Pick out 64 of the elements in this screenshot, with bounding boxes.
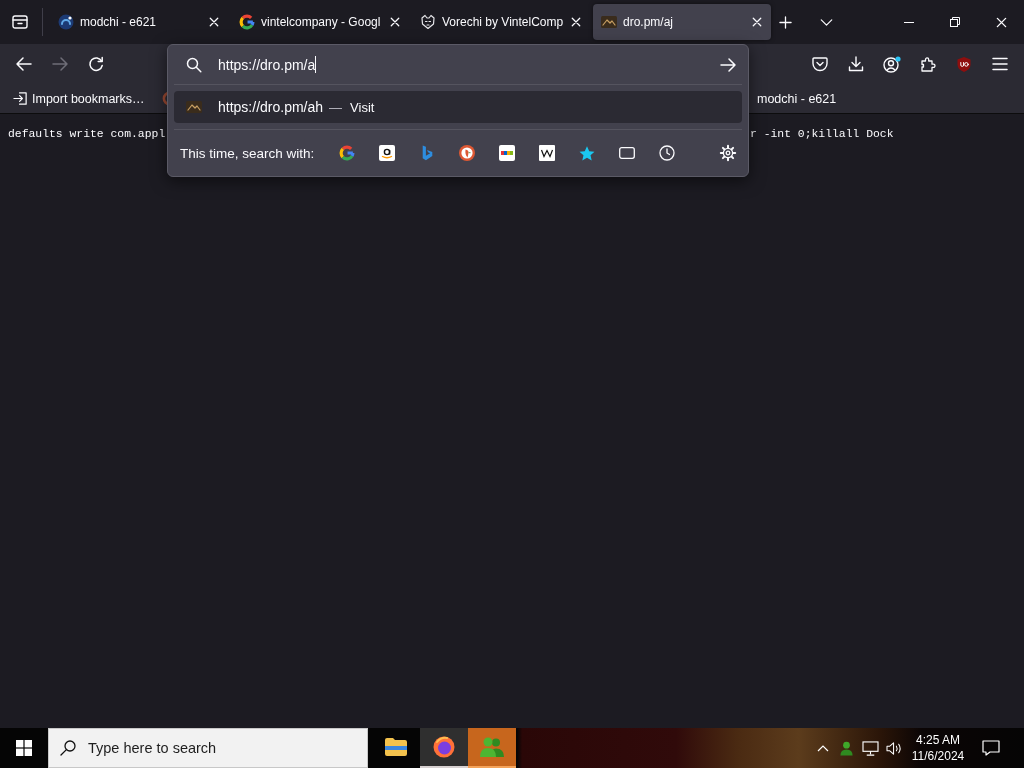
windows-logo-icon[interactable] xyxy=(16,740,32,756)
thumbnail-icon xyxy=(601,16,617,28)
tab[interactable]: Vorechi by VintelComp xyxy=(412,4,590,40)
puzzle-icon[interactable] xyxy=(920,56,936,72)
minimize-icon[interactable] xyxy=(904,21,914,23)
arrow-right-icon[interactable] xyxy=(720,57,736,72)
person-icon[interactable] xyxy=(838,740,854,756)
code-text: r -int 0;killall Dock xyxy=(750,127,894,141)
search-with-label: This time, search with: xyxy=(180,145,316,161)
restore-icon[interactable] xyxy=(950,17,960,27)
import-icon xyxy=(13,91,28,106)
settings-icon[interactable] xyxy=(720,145,736,161)
clock-time[interactable]: 4:25 AM xyxy=(916,732,960,748)
g-logo-icon xyxy=(239,14,255,30)
star-icon[interactable] xyxy=(579,145,595,161)
tab[interactable]: vintelcompany - Googl xyxy=(231,4,409,40)
zigzag-tile-icon[interactable] xyxy=(539,145,555,161)
ribbon-logo-icon[interactable] xyxy=(421,145,433,161)
folder-icon xyxy=(384,737,408,757)
shield-icon[interactable] xyxy=(956,55,972,73)
clock-date[interactable]: 11/6/2024 xyxy=(911,748,965,764)
account-icon[interactable] xyxy=(883,55,901,73)
tab[interactable]: dro.pm/aj xyxy=(593,4,771,40)
animal-head-outline-icon xyxy=(420,14,436,30)
close-tab-icon[interactable] xyxy=(571,17,581,27)
search-icon xyxy=(60,740,76,756)
suggestion-row[interactable]: https://dro.pm/ah — Visit xyxy=(174,91,742,123)
tab[interactable]: modchi - e621 xyxy=(50,4,228,40)
separator-dash: — xyxy=(329,99,343,115)
clock-icon[interactable] xyxy=(659,145,675,161)
chevron-up-icon[interactable] xyxy=(817,744,829,752)
tab-icon[interactable] xyxy=(619,147,635,159)
blocks-tile-icon[interactable] xyxy=(499,145,515,161)
back-arrow-icon[interactable] xyxy=(16,57,32,71)
menu-icon[interactable] xyxy=(992,57,1008,71)
taskbar-app-button[interactable] xyxy=(420,728,468,768)
network-icon[interactable] xyxy=(861,740,879,756)
notification-icon[interactable] xyxy=(982,740,1000,756)
pocket-icon[interactable] xyxy=(812,56,828,72)
round-logo-icon[interactable] xyxy=(459,145,475,161)
orb-logo-icon xyxy=(58,14,74,30)
reload-icon[interactable] xyxy=(88,56,104,72)
people-icon xyxy=(479,736,505,758)
bookmark-item[interactable]: modchi - e621 xyxy=(752,86,842,111)
thumbnail-icon xyxy=(186,101,202,113)
close-tab-icon[interactable] xyxy=(390,17,400,27)
drawer-icon[interactable] xyxy=(12,14,28,30)
close-icon[interactable] xyxy=(995,16,1007,28)
search-icon xyxy=(186,56,202,73)
bookmark-item[interactable]: Import bookmarks… xyxy=(8,86,150,111)
smile-tile-icon[interactable] xyxy=(379,145,395,161)
suggestion-url: https://dro.pm/ah xyxy=(218,99,324,115)
chevron-down-icon[interactable] xyxy=(819,18,833,26)
close-tab-icon[interactable] xyxy=(752,17,762,27)
text-cursor-icon xyxy=(315,56,317,73)
download-icon[interactable] xyxy=(848,56,864,72)
plus-icon[interactable] xyxy=(778,15,792,29)
search-field[interactable]: Type here to search xyxy=(48,728,368,768)
visit-label: Visit xyxy=(350,99,375,115)
code-text: defaults write com.appl xyxy=(8,127,166,141)
speaker-icon[interactable] xyxy=(885,740,903,756)
flame-globe-icon xyxy=(433,736,455,758)
close-tab-icon[interactable] xyxy=(209,17,219,27)
g-logo-icon[interactable] xyxy=(339,145,355,161)
